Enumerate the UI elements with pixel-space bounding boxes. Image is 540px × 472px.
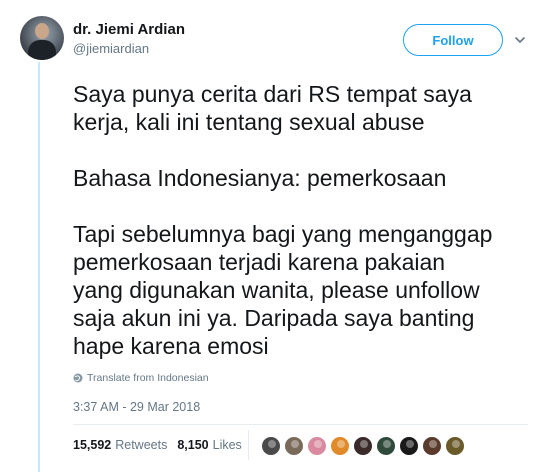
follow-button[interactable]: Follow: [403, 24, 503, 56]
liker-avatar[interactable]: [399, 436, 419, 456]
tweet-line: kerja, kali ini tentang sexual abuse: [73, 109, 425, 135]
tweet-line: pemerkosaan terjadi karena pakaian: [73, 249, 446, 275]
translate-label: Translate from Indonesian: [87, 372, 209, 384]
tweet-line: Tapi sebelumnya bagi yang menganggap: [73, 221, 493, 247]
tweet-line: yang digunakan wanita, please unfollow: [73, 277, 480, 303]
liker-avatar[interactable]: [284, 436, 304, 456]
liker-avatar[interactable]: [422, 436, 442, 456]
liker-avatar[interactable]: [261, 436, 281, 456]
author-display-name[interactable]: dr. Jiemi Ardian: [73, 21, 185, 38]
tweet-line: Bahasa Indonesianya: pemerkosaan: [73, 165, 447, 191]
globe-icon: [73, 373, 83, 383]
retweets-count[interactable]: 15,592: [73, 438, 111, 452]
tweet-line: hape karena emosi: [73, 333, 269, 359]
tweet-stats: 15,592 Retweets 8,150 Likes: [73, 438, 252, 452]
likes-label[interactable]: Likes: [213, 438, 242, 452]
avatar-head: [35, 23, 49, 39]
tweet-timestamp[interactable]: 3:37 AM - 29 Mar 2018: [73, 400, 200, 414]
author-handle[interactable]: @jiemiardian: [73, 41, 149, 56]
tweet-text: Saya punya cerita dari RS tempat saya ke…: [73, 80, 528, 360]
tweet-line: Saya punya cerita dari RS tempat saya: [73, 81, 472, 107]
thread-line: [38, 62, 40, 472]
liker-avatar[interactable]: [445, 436, 465, 456]
liker-avatar[interactable]: [353, 436, 373, 456]
liker-avatars: [261, 436, 468, 456]
likes-count[interactable]: 8,150: [177, 438, 208, 452]
avatar-body: [28, 40, 56, 60]
translate-link[interactable]: Translate from Indonesian: [73, 372, 209, 384]
avatar[interactable]: [20, 16, 64, 60]
liker-avatar[interactable]: [376, 436, 396, 456]
stats-divider: [248, 430, 249, 460]
retweets-label[interactable]: Retweets: [115, 438, 167, 452]
tweet-line: saja akun ini ya. Daripada saya banting: [73, 305, 475, 331]
liker-avatar[interactable]: [307, 436, 327, 456]
chevron-down-icon[interactable]: [513, 33, 527, 47]
liker-avatar[interactable]: [330, 436, 350, 456]
divider: [73, 424, 528, 425]
